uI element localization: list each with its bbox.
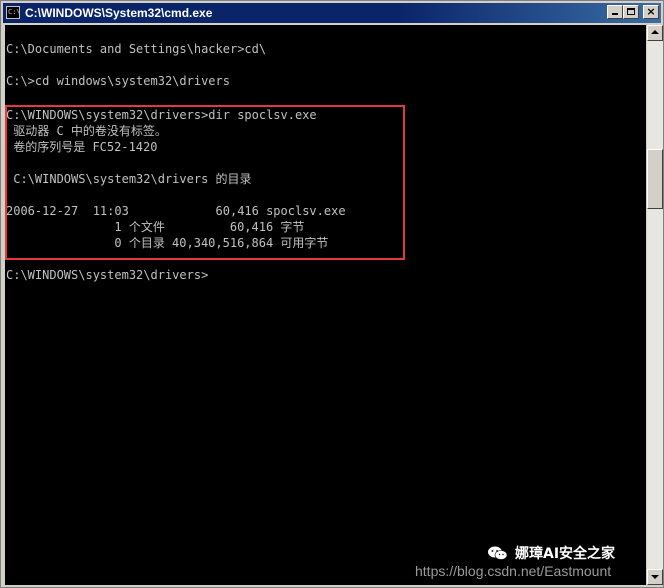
title-bar[interactable]: C:\ C:\WINDOWS\System32\cmd.exe × <box>3 3 661 23</box>
watermark-name: 娜璋AI安全之家 <box>515 546 616 562</box>
minimize-icon <box>612 13 618 15</box>
maximize-icon <box>627 8 635 15</box>
scroll-up-button[interactable] <box>647 25 663 41</box>
cmd-app-icon[interactable]: C:\ <box>6 6 21 19</box>
close-button[interactable]: × <box>643 5 659 19</box>
watermark: 娜璋AI安全之家 https://blog.csdn.net/Eastmount <box>415 541 655 581</box>
window-title: C:\WINDOWS\System32\cmd.exe <box>25 6 213 20</box>
maximize-button[interactable] <box>623 5 639 19</box>
arrow-up-icon <box>651 30 659 34</box>
red-highlight-box <box>5 105 405 260</box>
console-line: C:\WINDOWS\system32\drivers> <box>6 268 209 282</box>
scroll-thumb[interactable] <box>647 149 663 209</box>
console-line: C:\Documents and Settings\hacker>cd\ <box>6 42 267 56</box>
minimize-button[interactable] <box>607 5 623 19</box>
wechat-icon <box>488 546 508 560</box>
close-icon: × <box>646 5 656 18</box>
console-output[interactable]: C:\Documents and Settings\hacker>cd\ C:\… <box>5 25 646 585</box>
console-line: C:\>cd windows\system32\drivers <box>6 74 230 88</box>
watermark-url: https://blog.csdn.net/Eastmount <box>415 563 612 579</box>
app-icon-label: C:\ <box>8 8 21 16</box>
vertical-scrollbar[interactable] <box>647 25 663 585</box>
cmd-window: C:\ C:\WINDOWS\System32\cmd.exe × C:\Doc… <box>0 0 664 588</box>
